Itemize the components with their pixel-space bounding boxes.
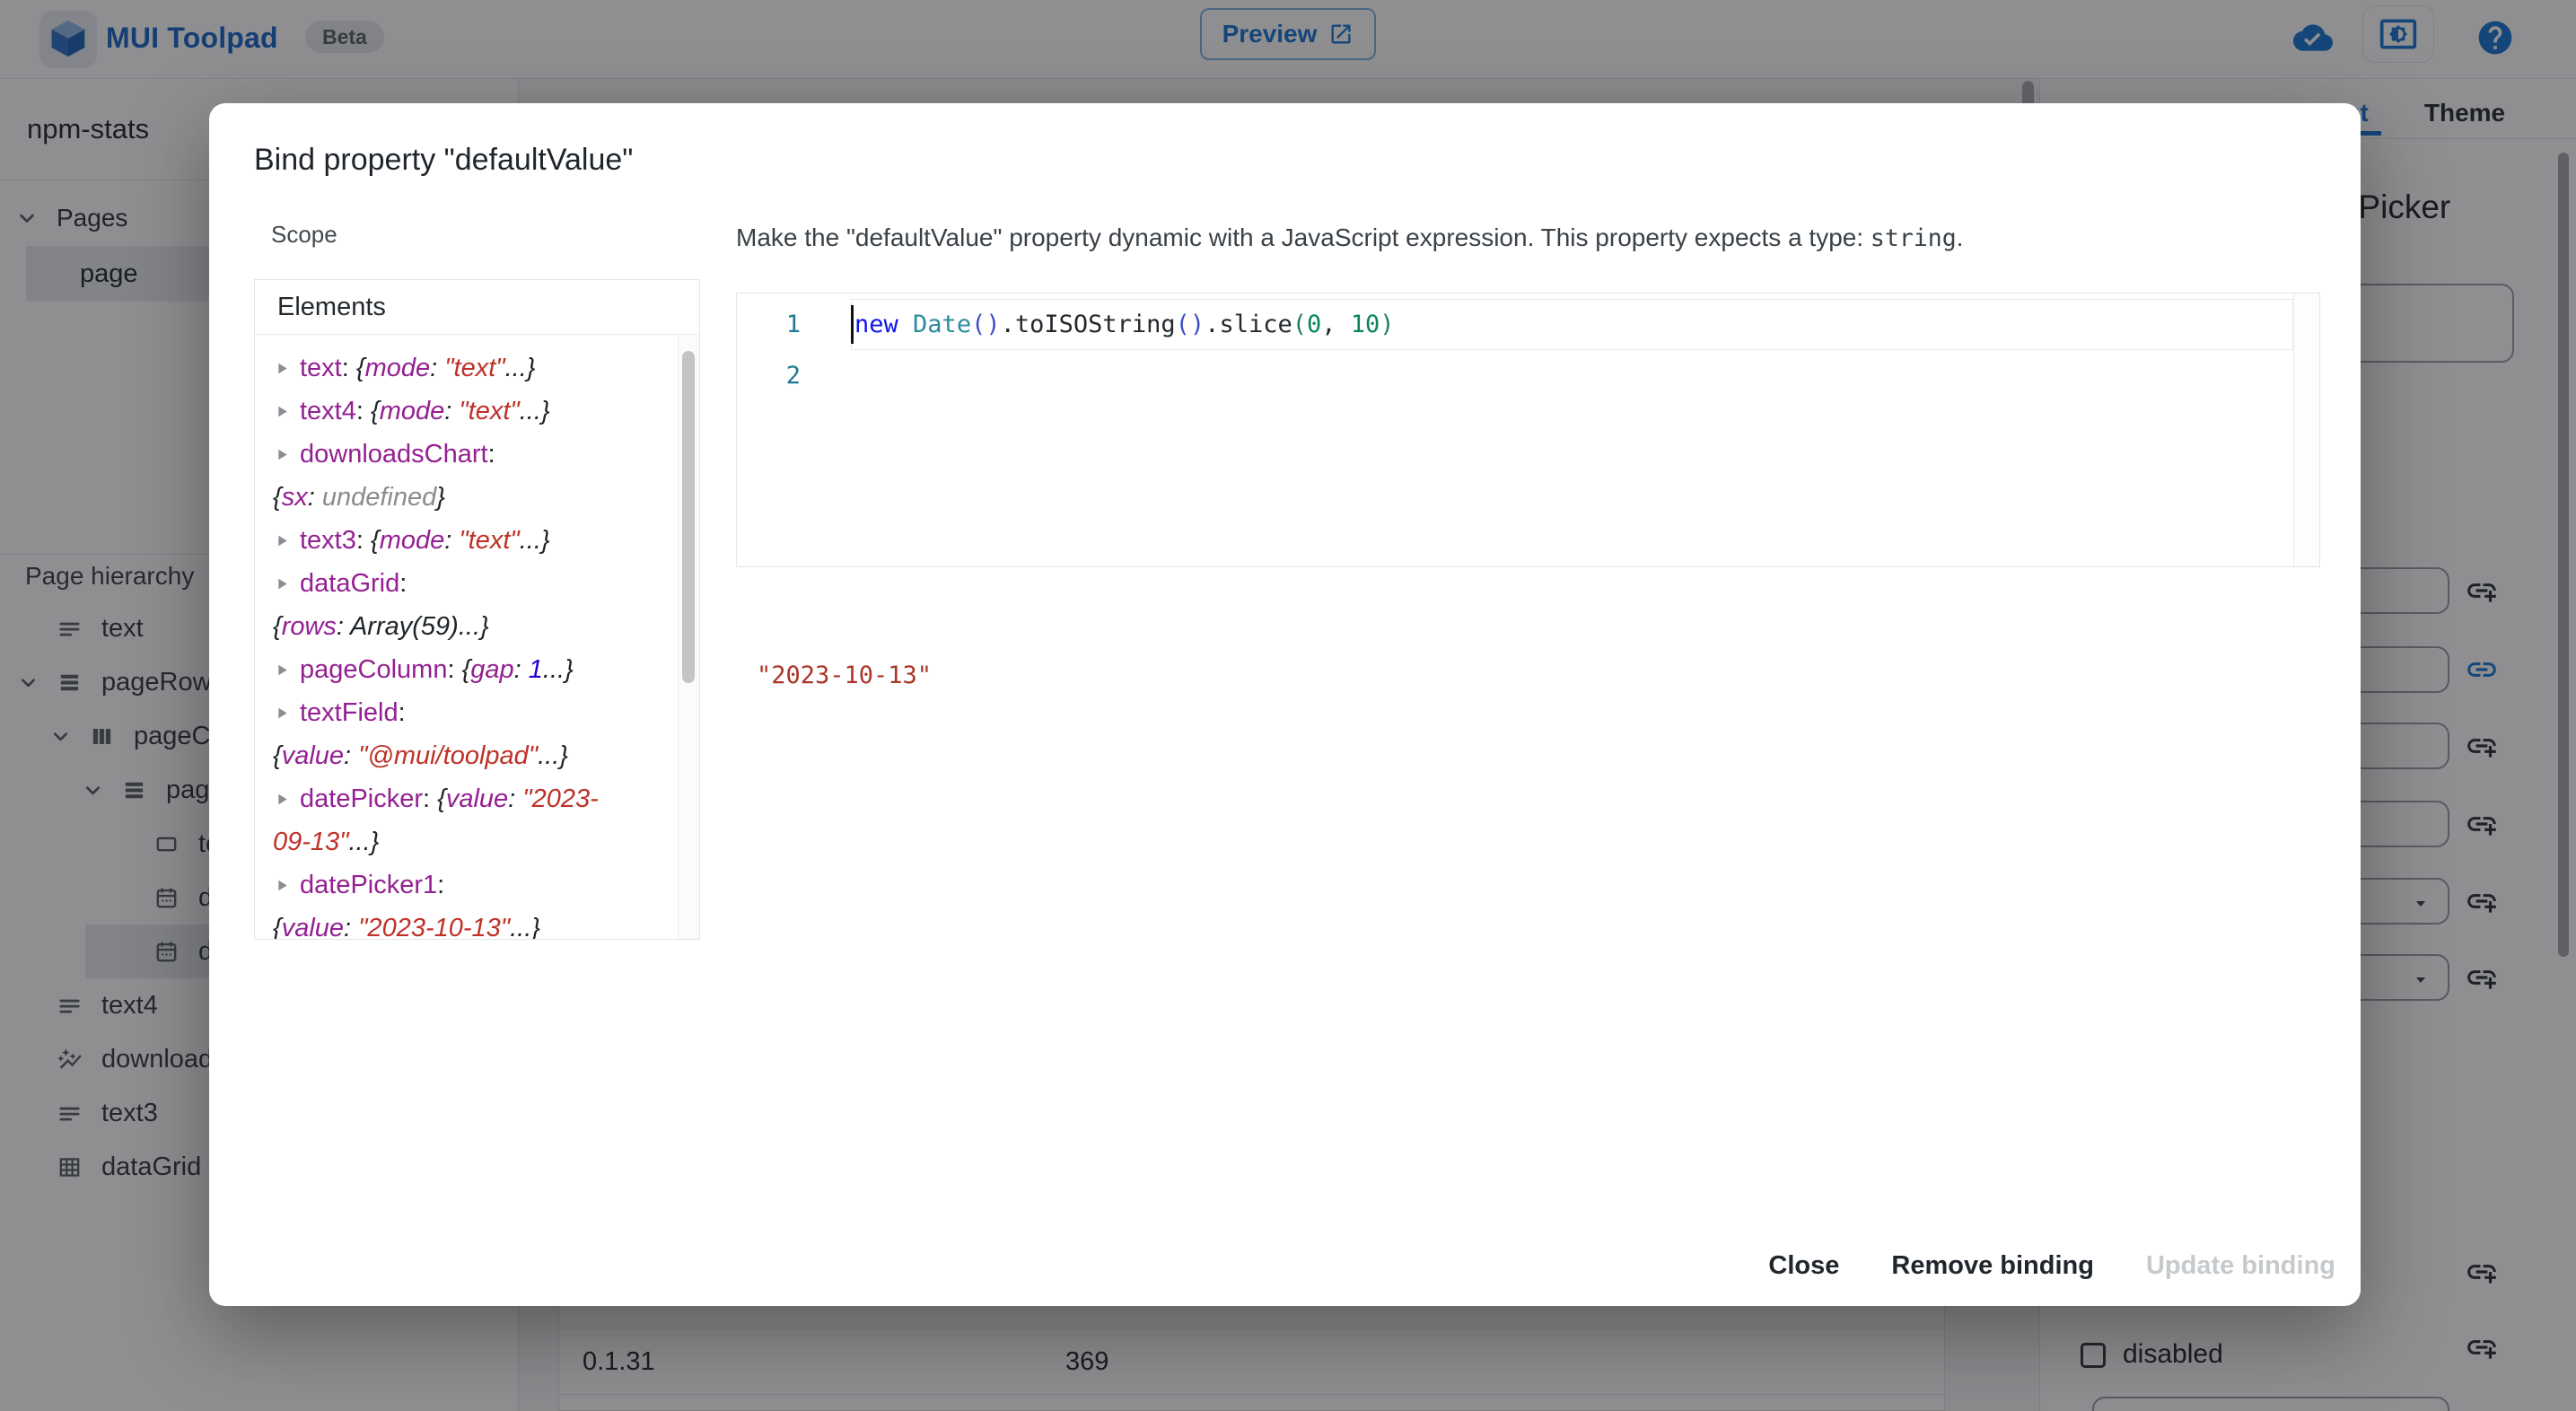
expected-type: string [1870,224,1957,252]
scope-elements-panel: Elements text: {mode: "text"...} text4: {… [254,279,700,940]
scope-element-text4[interactable]: text4: {mode: "text"...} [273,390,674,433]
update-binding-button[interactable]: Update binding [2125,1240,2357,1292]
dialog-title: Bind property "defaultValue" [254,143,634,177]
scope-elements-header: Elements [255,280,699,335]
scope-element-dataGrid[interactable]: dataGrid: {rows: Array(59)...} [273,562,674,648]
close-button[interactable]: Close [1747,1240,1861,1292]
description-text: Make the "defaultValue" property dynamic… [736,223,1871,251]
scope-element-text3[interactable]: text3: {mode: "text"...} [273,519,674,562]
scope-element-textField[interactable]: textField: {value: "@mui/toolpad"...} [273,691,674,777]
js-expression-editor[interactable]: 1 2 new Date().toISOString().slice(0, 10) [736,293,2320,567]
remove-binding-button[interactable]: Remove binding [1870,1240,2116,1292]
code-line: new Date().toISOString().slice(0, 10) [854,311,1395,338]
editor-scrollbar-gutter [2293,294,2319,566]
description-period: . [1956,223,1964,251]
scope-scrollbar-thumb[interactable] [682,351,695,683]
scope-element-datePicker[interactable]: datePicker: {value: "2023- 09-13"...} [273,777,674,863]
scope-label: Scope [271,221,337,248]
editor-cursor [851,305,854,344]
dialog-description: Make the "defaultValue" property dynamic… [736,220,1963,257]
scope-elements-list: text: {mode: "text"...} text4: {mode: "te… [255,336,678,939]
scope-element-pageColumn[interactable]: pageColumn: {gap: 1...} [273,648,674,691]
scope-element-text[interactable]: text: {mode: "text"...} [273,346,674,390]
line-number: 2 [785,362,801,390]
dialog-actions: Close Remove binding Update binding [1747,1240,2357,1292]
scope-scrollbar-track[interactable] [678,336,699,939]
scope-element-datePicker1[interactable]: datePicker1: {value: "2023-10-13"...} [273,863,674,939]
scope-element-downloadsChart[interactable]: downloadsChart: {sx: undefined} [273,433,674,519]
bind-property-dialog: Bind property "defaultValue" Scope Eleme… [209,103,2361,1306]
line-number: 1 [785,311,801,338]
expression-result-preview: "2023-10-13" [757,662,933,689]
